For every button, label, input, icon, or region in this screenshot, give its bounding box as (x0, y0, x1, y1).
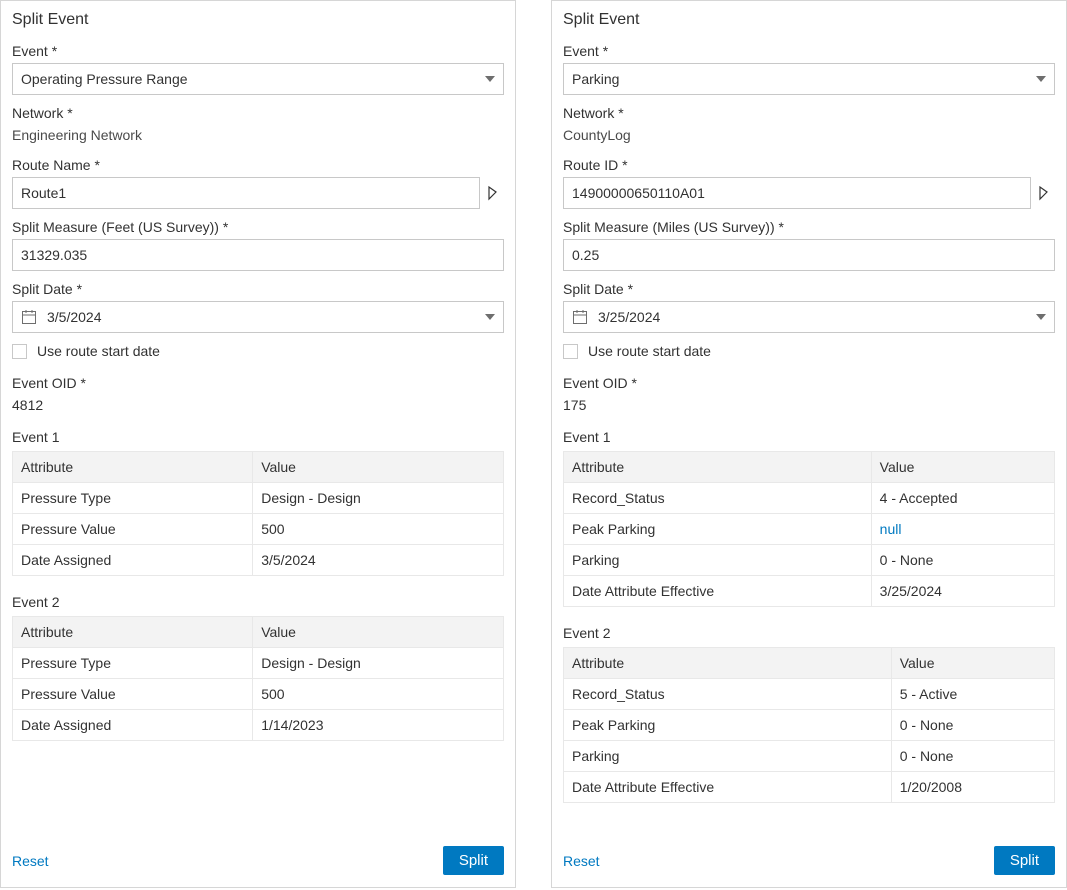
event-oid-value: 175 (563, 397, 1055, 413)
event-value: Parking (572, 71, 619, 87)
chevron-down-icon (1036, 76, 1046, 82)
use-route-start-date-checkbox[interactable] (563, 344, 578, 359)
split-event-panel: Split Event Event * Operating Pressure R… (0, 0, 516, 888)
network-value: CountyLog (563, 127, 1055, 143)
route-picker-icon[interactable] (486, 184, 504, 202)
table-row: Date Assigned 3/5/2024 (13, 545, 504, 576)
use-route-start-date-label: Use route start date (37, 343, 160, 359)
table-row: Pressure Value 500 (13, 679, 504, 710)
table-row: Record_Status 4 - Accepted (564, 483, 1055, 514)
use-route-start-date-checkbox[interactable] (12, 344, 27, 359)
table-row: Date Attribute Effective 3/25/2024 (564, 576, 1055, 607)
event-select[interactable]: Parking (563, 63, 1055, 95)
table-row: Pressure Type Design - Design (13, 483, 504, 514)
event1-label: Event 1 (563, 429, 1055, 445)
event-value: Operating Pressure Range (21, 71, 188, 87)
route-input[interactable]: Route1 (12, 177, 480, 209)
event-select[interactable]: Operating Pressure Range (12, 63, 504, 95)
split-event-panel: Split Event Event * Parking Network * Co… (551, 0, 1067, 888)
measure-label: Split Measure (Miles (US Survey)) * (563, 219, 1055, 235)
table-row: Peak Parking null (564, 514, 1055, 545)
measure-value: 31329.035 (21, 247, 87, 263)
event-oid-label: Event OID * (12, 375, 504, 391)
table-row: Pressure Value 500 (13, 514, 504, 545)
event1-label: Event 1 (12, 429, 504, 445)
split-button[interactable]: Split (443, 846, 504, 875)
date-value: 3/5/2024 (47, 309, 102, 325)
event2-label: Event 2 (12, 594, 504, 610)
route-label: Route Name * (12, 157, 504, 173)
split-button[interactable]: Split (994, 846, 1055, 875)
measure-input[interactable]: 31329.035 (12, 239, 504, 271)
chevron-down-icon (485, 314, 495, 320)
col-value: Value (871, 452, 1054, 483)
col-value: Value (253, 617, 504, 648)
event-label: Event * (12, 43, 504, 59)
reset-button[interactable]: Reset (563, 853, 600, 869)
event-label: Event * (563, 43, 1055, 59)
measure-value: 0.25 (572, 247, 599, 263)
col-value: Value (253, 452, 504, 483)
route-label: Route ID * (563, 157, 1055, 173)
panel-title: Split Event (563, 11, 1055, 29)
date-value: 3/25/2024 (598, 309, 660, 325)
table-row: Date Assigned 1/14/2023 (13, 710, 504, 741)
date-label: Split Date * (563, 281, 1055, 297)
event2-table: Attribute Value Record_Status 5 - Active… (563, 647, 1055, 803)
chevron-down-icon (485, 76, 495, 82)
event-oid-label: Event OID * (563, 375, 1055, 391)
measure-label: Split Measure (Feet (US Survey)) * (12, 219, 504, 235)
measure-input[interactable]: 0.25 (563, 239, 1055, 271)
table-row: Pressure Type Design - Design (13, 648, 504, 679)
route-value: Route1 (21, 185, 66, 201)
table-row: Parking 0 - None (564, 545, 1055, 576)
event2-label: Event 2 (563, 625, 1055, 641)
event1-table: Attribute Value Record_Status 4 - Accept… (563, 451, 1055, 607)
panel-title: Split Event (12, 11, 504, 29)
calendar-icon (21, 309, 37, 325)
col-attribute: Attribute (13, 617, 253, 648)
event1-table: Attribute Value Pressure Type Design - D… (12, 451, 504, 576)
col-value: Value (891, 648, 1054, 679)
route-input[interactable]: 14900000650110A01 (563, 177, 1031, 209)
col-attribute: Attribute (564, 452, 872, 483)
network-label: Network * (12, 105, 504, 121)
reset-button[interactable]: Reset (12, 853, 49, 869)
event-oid-value: 4812 (12, 397, 504, 413)
table-row: Parking 0 - None (564, 741, 1055, 772)
date-input[interactable]: 3/5/2024 (12, 301, 504, 333)
use-route-start-date-label: Use route start date (588, 343, 711, 359)
route-value: 14900000650110A01 (572, 185, 705, 201)
network-label: Network * (563, 105, 1055, 121)
table-row: Record_Status 5 - Active (564, 679, 1055, 710)
chevron-down-icon (1036, 314, 1046, 320)
event2-table: Attribute Value Pressure Type Design - D… (12, 616, 504, 741)
col-attribute: Attribute (13, 452, 253, 483)
network-value: Engineering Network (12, 127, 504, 143)
route-picker-icon[interactable] (1037, 184, 1055, 202)
date-input[interactable]: 3/25/2024 (563, 301, 1055, 333)
table-row: Peak Parking 0 - None (564, 710, 1055, 741)
date-label: Split Date * (12, 281, 504, 297)
table-row: Date Attribute Effective 1/20/2008 (564, 772, 1055, 803)
col-attribute: Attribute (564, 648, 892, 679)
calendar-icon (572, 309, 588, 325)
